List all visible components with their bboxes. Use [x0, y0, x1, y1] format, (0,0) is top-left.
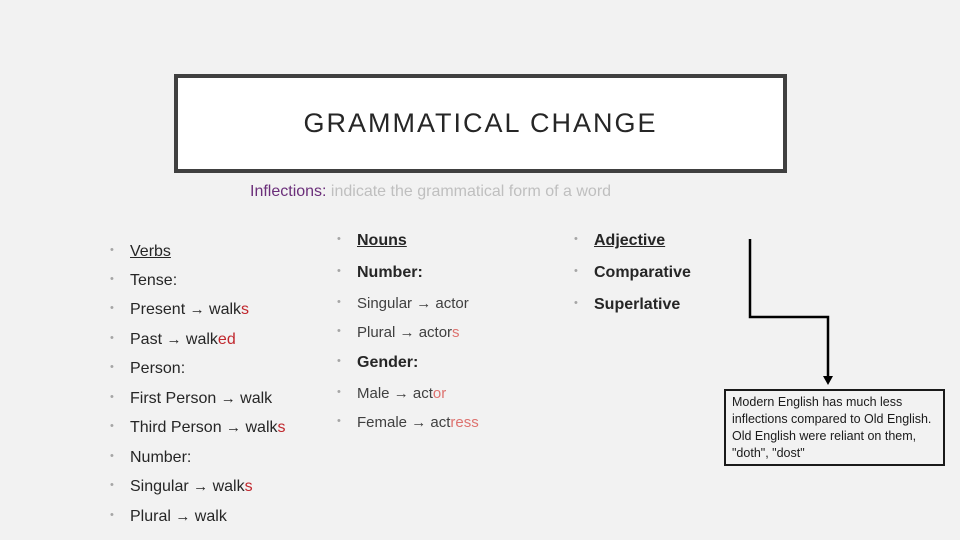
note-box: Modern English has much less inflections…	[724, 389, 945, 466]
arrowhead-icon	[823, 376, 833, 385]
note-text: Modern English has much less inflections…	[732, 395, 932, 460]
connector-line	[748, 239, 830, 378]
